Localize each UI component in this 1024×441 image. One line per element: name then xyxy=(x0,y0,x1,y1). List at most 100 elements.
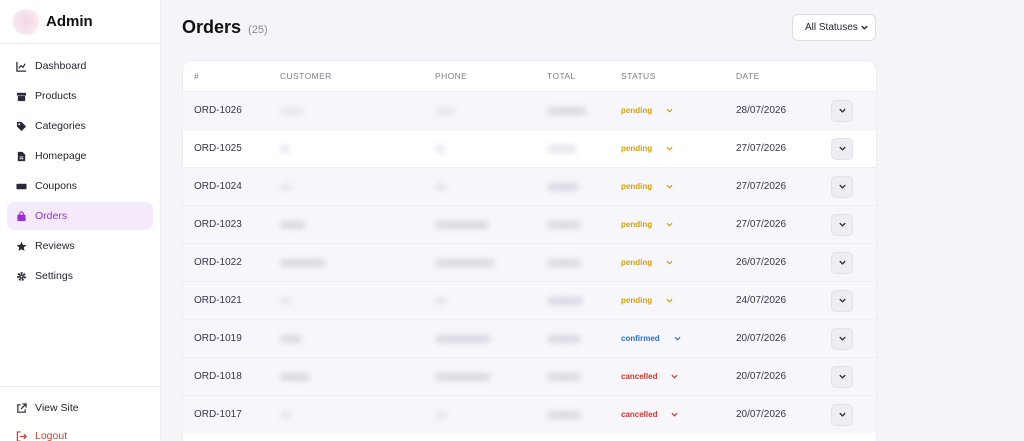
order-date: 20/07/2026 xyxy=(736,371,787,382)
table-row[interactable]: ORD-1022 pending 26/07/2026 xyxy=(183,243,876,281)
sidebar-item-reviews[interactable]: Reviews xyxy=(7,232,153,260)
sidebar-item-settings[interactable]: Settings xyxy=(7,262,153,290)
chevron-down-icon xyxy=(838,412,846,417)
column-header-phone: PHONE xyxy=(435,71,468,81)
customer-name-redacted xyxy=(280,372,310,381)
chevron-down-icon xyxy=(838,374,846,379)
view-site-link[interactable]: View Site xyxy=(7,396,153,420)
chevron-down-icon xyxy=(671,412,678,417)
total-redacted xyxy=(547,334,581,343)
sidebar-item-dashboard[interactable]: Dashboard xyxy=(7,52,153,80)
sidebar-item-label: Dashboard xyxy=(35,60,87,72)
chevron-down-icon xyxy=(838,184,846,189)
orders-table: # CUSTOMER PHONE TOTAL STATUS DATE ORD-1… xyxy=(182,60,877,441)
table-row[interactable]: ORD-1017 cancelled 20/07/2026 xyxy=(183,395,876,433)
phone-redacted xyxy=(435,258,495,267)
column-header-total: TOTAL xyxy=(547,71,576,81)
expand-row-button[interactable] xyxy=(831,213,853,236)
total-redacted xyxy=(547,372,581,381)
table-row[interactable]: ORD-1021 pending 24/07/2026 xyxy=(183,281,876,319)
status-dropdown[interactable]: pending xyxy=(621,220,673,229)
star-icon xyxy=(16,241,27,251)
brand: Admin xyxy=(0,0,160,44)
status-label: confirmed xyxy=(621,334,660,343)
expand-row-button[interactable] xyxy=(831,137,853,160)
order-id: ORD-1025 xyxy=(194,143,242,154)
expand-row-button[interactable] xyxy=(831,251,853,274)
customer-name-redacted xyxy=(280,296,292,305)
status-label: pending xyxy=(621,106,653,115)
status-filter-select[interactable]: All Statuses xyxy=(792,14,876,41)
status-label: pending xyxy=(621,182,653,191)
chevron-down-icon xyxy=(674,336,681,341)
status-dropdown[interactable]: pending xyxy=(621,106,673,115)
status-dropdown[interactable]: pending xyxy=(621,296,673,305)
status-dropdown[interactable]: pending xyxy=(621,182,673,191)
chevron-down-icon xyxy=(666,184,673,189)
sidebar-item-categories[interactable]: Categories xyxy=(7,112,153,140)
customer-name-redacted xyxy=(280,410,292,419)
expand-row-button[interactable] xyxy=(831,175,853,198)
sidebar-item-homepage[interactable]: Homepage xyxy=(7,142,153,170)
order-id: ORD-1017 xyxy=(194,409,242,420)
table-row[interactable]: ORD-1025 pending 27/07/2026 xyxy=(183,129,876,167)
phone-redacted xyxy=(435,296,447,305)
order-date: 27/07/2026 xyxy=(736,219,787,230)
table-row[interactable]: ORD-1026 pending 28/07/2026 xyxy=(183,91,876,129)
table-row[interactable]: ORD-1024 pending 27/07/2026 xyxy=(183,167,876,205)
table-row[interactable]: ORD-1018 cancelled 20/07/2026 xyxy=(183,357,876,395)
order-date: 28/07/2026 xyxy=(736,105,787,116)
total-redacted xyxy=(547,258,581,267)
expand-row-button[interactable] xyxy=(831,327,853,350)
ticket-icon xyxy=(16,183,27,189)
phone-redacted xyxy=(435,144,445,153)
column-header-date: DATE xyxy=(736,71,760,81)
phone-redacted xyxy=(435,220,489,229)
sidebar-item-label: Products xyxy=(35,90,77,102)
order-date: 20/07/2026 xyxy=(736,409,787,420)
sidebar-nav: Dashboard Products Categories Homepage C… xyxy=(0,44,160,290)
phone-redacted xyxy=(435,372,491,381)
chevron-down-icon xyxy=(666,108,673,113)
main-content: Orders (25) All Statuses # CUSTOMER PHON… xyxy=(161,0,1024,441)
sidebar-footer: View Site Logout xyxy=(0,386,160,441)
order-id: ORD-1018 xyxy=(194,371,242,382)
document-icon xyxy=(17,151,26,161)
sidebar-item-label: Logout xyxy=(35,430,68,441)
status-dropdown[interactable]: pending xyxy=(621,144,673,153)
column-header-status: STATUS xyxy=(621,71,656,81)
status-dropdown[interactable]: cancelled xyxy=(621,410,678,419)
expand-row-button[interactable] xyxy=(831,403,853,426)
total-redacted xyxy=(547,220,581,229)
chevron-down-icon xyxy=(666,222,673,227)
chevron-down-icon xyxy=(838,260,846,265)
phone-redacted xyxy=(435,334,491,343)
customer-name-redacted xyxy=(280,182,292,191)
status-filter-value: All Statuses xyxy=(805,22,858,33)
sidebar-item-coupons[interactable]: Coupons xyxy=(7,172,153,200)
table-row[interactable]: ORD-1023 pending 27/07/2026 xyxy=(183,205,876,243)
customer-name-redacted xyxy=(280,258,326,267)
status-dropdown[interactable]: pending xyxy=(621,258,673,267)
total-redacted xyxy=(547,182,579,191)
gear-icon xyxy=(17,271,26,281)
status-label: cancelled xyxy=(621,372,658,381)
external-link-icon xyxy=(17,402,27,413)
status-dropdown[interactable]: confirmed xyxy=(621,334,681,343)
expand-row-button[interactable] xyxy=(831,365,853,388)
status-dropdown[interactable]: cancelled xyxy=(621,372,678,381)
order-count: (25) xyxy=(248,24,268,36)
chevron-down-icon xyxy=(838,298,846,303)
chevron-down-icon xyxy=(671,374,678,379)
phone-redacted xyxy=(435,106,455,115)
sidebar-item-products[interactable]: Products xyxy=(7,82,153,110)
expand-row-button[interactable] xyxy=(831,99,853,122)
table-row[interactable]: ORD-1019 confirmed 20/07/2026 xyxy=(183,319,876,357)
expand-row-button[interactable] xyxy=(831,289,853,312)
logout-button[interactable]: Logout xyxy=(7,424,153,441)
chevron-down-icon xyxy=(838,336,846,341)
order-date: 27/07/2026 xyxy=(736,181,787,192)
sidebar-item-orders[interactable]: Orders xyxy=(7,202,153,230)
order-date: 24/07/2026 xyxy=(736,295,787,306)
phone-redacted xyxy=(435,182,447,191)
